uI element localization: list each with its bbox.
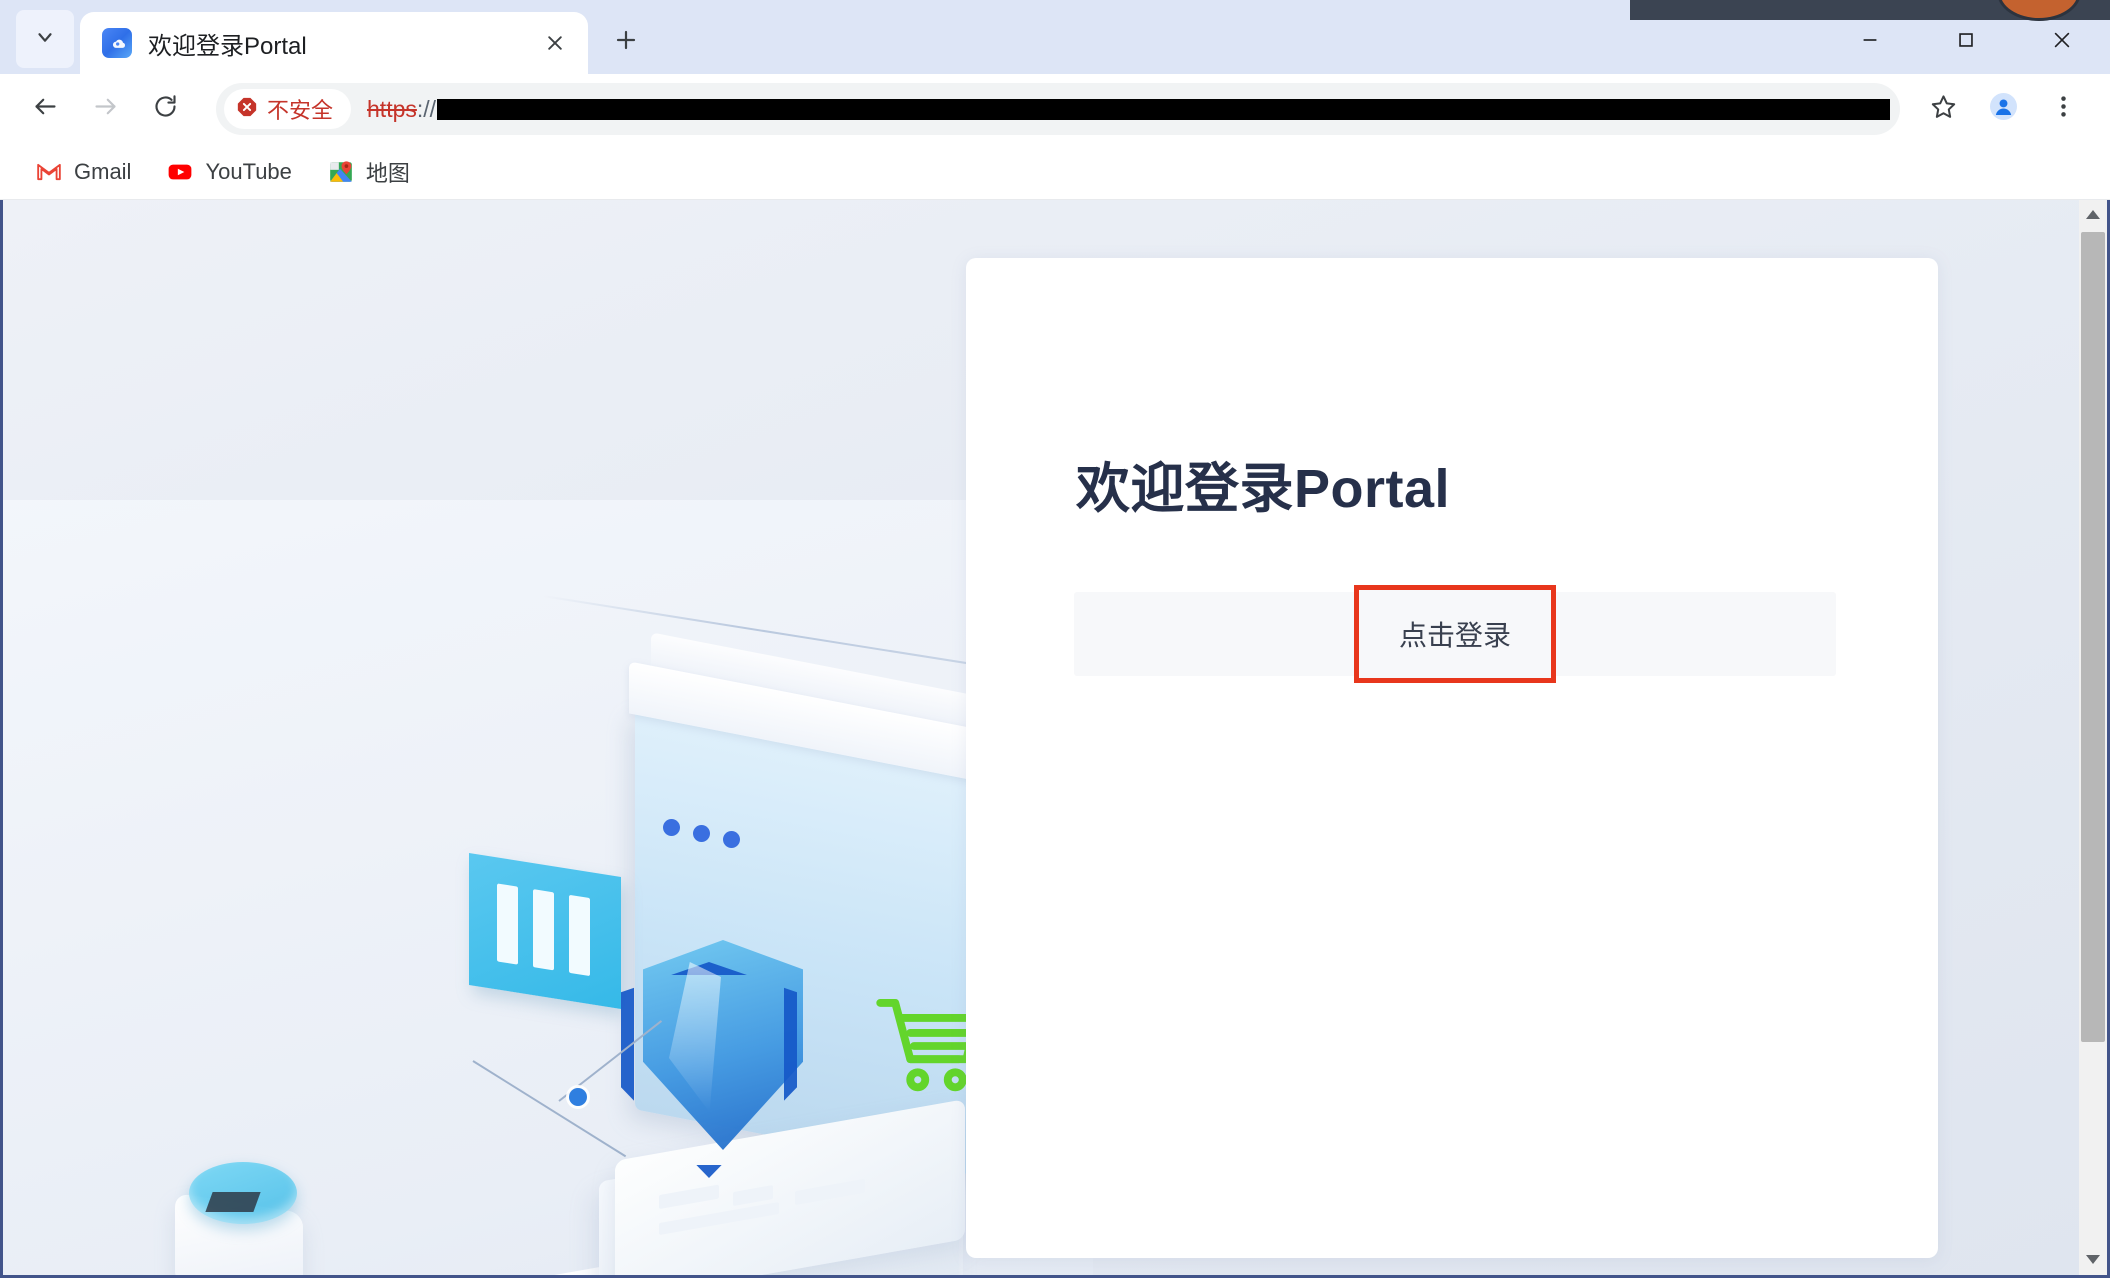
plus-icon bbox=[614, 28, 638, 57]
click-to-login-label: 点击登录 bbox=[1398, 620, 1511, 651]
scroll-up-button[interactable] bbox=[2079, 200, 2107, 230]
security-status-badge[interactable]: 不安全 bbox=[224, 89, 352, 129]
illustration-window-dot bbox=[663, 819, 680, 836]
scrollbar-track[interactable] bbox=[2079, 230, 2107, 1245]
maximize-button[interactable] bbox=[1918, 12, 2014, 68]
url-separator: :// bbox=[416, 95, 437, 122]
bookmark-label: 地图 bbox=[365, 160, 410, 186]
new-tab-button[interactable] bbox=[600, 16, 652, 68]
chevron-down-icon bbox=[2086, 1251, 2100, 1269]
window-controls bbox=[1822, 12, 2110, 74]
google-maps-icon bbox=[328, 159, 354, 185]
browser-toolbar: 不安全 https :// bbox=[0, 74, 2110, 144]
youtube-icon bbox=[167, 159, 193, 185]
tab-strip: 欢迎登录Portal bbox=[0, 0, 2110, 74]
bookmarks-bar: Gmail YouTube 地图 bbox=[0, 144, 2110, 200]
security-status-label: 不安全 bbox=[267, 98, 334, 123]
bookmark-item-gmail[interactable]: Gmail bbox=[22, 153, 145, 191]
profile-button[interactable] bbox=[1976, 82, 2030, 136]
reload-button[interactable] bbox=[138, 82, 192, 136]
browser-window: 欢迎登录Portal 不安全 https:// Gmail YouTube 地… bbox=[0, 0, 2110, 1278]
browser-tab[interactable]: 欢迎登录Portal bbox=[80, 12, 588, 74]
address-bar[interactable]: 不安全 https :// bbox=[216, 83, 1900, 135]
page-scrollbar[interactable] bbox=[2079, 200, 2107, 1275]
click-to-login-button[interactable]: 点击登录 bbox=[1354, 585, 1556, 683]
illustration-node-dot bbox=[569, 1088, 587, 1106]
not-secure-warning-icon bbox=[236, 96, 258, 123]
arrow-left-icon bbox=[32, 93, 59, 125]
gmail-icon bbox=[36, 159, 62, 185]
page-title: 欢迎登录Portal bbox=[1076, 459, 1451, 519]
url-scheme: https bbox=[367, 95, 417, 122]
profile-avatar-icon bbox=[1989, 93, 2017, 125]
bookmark-item-youtube[interactable]: YouTube bbox=[153, 153, 305, 191]
url-text[interactable]: https :// bbox=[367, 96, 1890, 123]
tab-search-dropdown-button[interactable] bbox=[16, 10, 74, 68]
illustration-window-dot bbox=[693, 825, 710, 842]
three-dot-menu-icon bbox=[2050, 93, 2077, 125]
chevron-down-icon bbox=[34, 26, 56, 53]
star-icon bbox=[1930, 93, 1957, 125]
tab-title: 欢迎登录Portal bbox=[148, 32, 307, 60]
forward-button[interactable] bbox=[78, 82, 132, 136]
back-button[interactable] bbox=[18, 82, 72, 136]
bookmark-label: Gmail bbox=[74, 158, 132, 184]
bookmark-item-maps[interactable]: 地图 bbox=[314, 150, 424, 194]
bookmark-star-button[interactable] bbox=[1916, 82, 1970, 136]
arrow-right-icon bbox=[92, 93, 119, 125]
login-card: 欢迎登录Portal 点击登录 bbox=[966, 258, 1938, 1258]
illustration-window-dot bbox=[723, 831, 740, 848]
tab-close-button[interactable] bbox=[536, 24, 574, 62]
page-viewport: 欢迎登录Portal 点击登录 bbox=[0, 200, 2110, 1278]
scroll-down-button[interactable] bbox=[2079, 1245, 2107, 1275]
reload-icon bbox=[152, 93, 179, 125]
scrollbar-thumb[interactable] bbox=[2081, 232, 2105, 1042]
chevron-up-icon bbox=[2086, 206, 2100, 224]
illustration-cyan-card bbox=[469, 852, 621, 1010]
minimize-button[interactable] bbox=[1822, 12, 1918, 68]
page-content: 欢迎登录Portal 点击登录 bbox=[3, 200, 2079, 1275]
close-button[interactable] bbox=[2014, 12, 2110, 68]
url-redaction-bar bbox=[437, 98, 1890, 120]
bookmark-label: YouTube bbox=[205, 158, 292, 184]
browser-menu-button[interactable] bbox=[2036, 82, 2090, 136]
illustration-puck-shadow bbox=[205, 1192, 261, 1212]
cloud-portal-icon bbox=[102, 28, 132, 58]
